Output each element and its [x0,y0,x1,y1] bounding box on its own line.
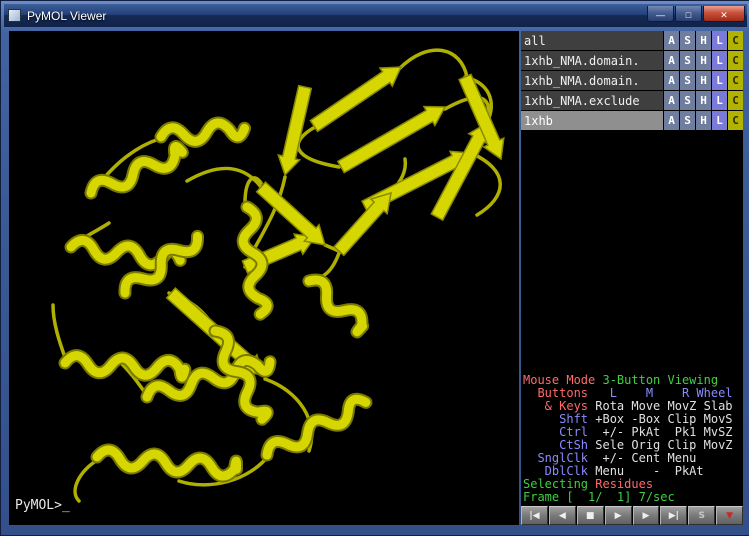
3d-viewport[interactable]: PyMOL>_ [9,31,519,525]
object-l-menu-button[interactable]: L [712,71,727,90]
app-icon [8,9,21,22]
mouse-help-line: Frame [ 1/ 1] 7/sec [523,491,743,504]
object-h-menu-button[interactable]: H [696,71,711,90]
protein-structure [9,31,519,525]
object-l-menu-button[interactable]: L [712,51,727,70]
object-s-menu-button[interactable]: S [680,111,695,130]
object-c-menu-button[interactable]: C [728,111,743,130]
object-s-menu-button[interactable]: S [680,91,695,110]
object-s-menu-button[interactable]: S [680,71,695,90]
object-l-menu-button[interactable]: L [712,91,727,110]
object-a-menu-button[interactable]: A [664,111,679,130]
object-name[interactable]: 1xhb [521,111,663,130]
object-list-spacer [521,131,743,374]
object-name[interactable]: 1xhb_NMA.domain. [521,71,663,90]
window-controls: —□✕ [647,6,745,22]
object-a-menu-button[interactable]: A [664,71,679,90]
object-row: 1xhb_NMA.domain.ASHLC [521,71,743,90]
object-a-menu-button[interactable]: A [664,91,679,110]
side-panel: allASHLC1xhb_NMA.domain.ASHLC1xhb_NMA.do… [521,31,743,525]
object-h-menu-button[interactable]: H [696,31,711,50]
object-h-menu-button[interactable]: H [696,91,711,110]
minimize-button[interactable]: — [647,6,674,22]
object-row: 1xhb_NMA.excludeASHLC [521,91,743,110]
vcr-step-forward-button[interactable]: ▶ [633,506,660,525]
object-l-menu-button[interactable]: L [712,31,727,50]
object-row: allASHLC [521,31,743,50]
pymol-window: PyMOL Viewer —□✕ PyMOL>_ allASHLC1xhb_NM… [0,0,749,536]
close-button[interactable]: ✕ [703,6,745,22]
object-h-menu-button[interactable]: H [696,51,711,70]
object-name[interactable]: all [521,31,663,50]
command-prompt[interactable]: PyMOL>_ [15,498,70,513]
title-bar[interactable]: PyMOL Viewer —□✕ [4,4,747,27]
object-c-menu-button[interactable]: C [728,51,743,70]
object-s-menu-button[interactable]: S [680,51,695,70]
object-a-menu-button[interactable]: A [664,51,679,70]
object-s-menu-button[interactable]: S [680,31,695,50]
vcr-play-button[interactable]: ▶ [605,506,632,525]
vcr-hide-panel-button[interactable]: ▼ [716,506,743,525]
vcr-scene-button[interactable]: S [688,506,715,525]
vcr-go-to-start-button[interactable]: |◀ [521,506,548,525]
maximize-button[interactable]: □ [675,6,702,22]
object-c-menu-button[interactable]: C [728,31,743,50]
mouse-mode-panel[interactable]: Mouse Mode 3-Button Viewing Buttons L M … [521,374,743,504]
vcr-go-to-end-button[interactable]: ▶| [660,506,687,525]
movie-controls: |◀◀■▶▶▶|S▼ [521,506,743,525]
object-list: allASHLC1xhb_NMA.domain.ASHLC1xhb_NMA.do… [521,31,743,131]
object-c-menu-button[interactable]: C [728,71,743,90]
object-name[interactable]: 1xhb_NMA.domain. [521,51,663,70]
object-c-menu-button[interactable]: C [728,91,743,110]
object-l-menu-button[interactable]: L [712,111,727,130]
object-h-menu-button[interactable]: H [696,111,711,130]
object-row: 1xhb_NMA.domain.ASHLC [521,51,743,70]
object-name[interactable]: 1xhb_NMA.exclude [521,91,663,110]
vcr-stop-button[interactable]: ■ [577,506,604,525]
object-row: 1xhbASHLC [521,111,743,130]
vcr-step-back-button[interactable]: ◀ [549,506,576,525]
object-a-menu-button[interactable]: A [664,31,679,50]
window-title: PyMOL Viewer [27,9,106,23]
